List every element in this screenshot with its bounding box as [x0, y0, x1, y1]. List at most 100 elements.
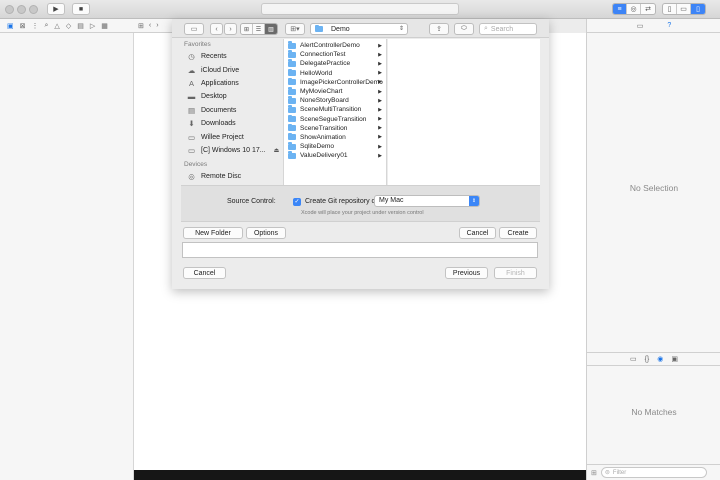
file-inspector-icon[interactable]: ▭ [637, 22, 644, 30]
list-item[interactable]: NoneStoryBoard ▶ [284, 96, 386, 105]
folder-icon [288, 96, 296, 104]
code-snippet-icon[interactable]: {} [645, 356, 650, 363]
quick-help-icon[interactable]: ? [667, 22, 671, 29]
library-filter-bar: ⊞ ⊜ Filter [587, 464, 720, 480]
file-template-icon[interactable]: ▭ [630, 355, 637, 363]
run-button[interactable]: ▶ [47, 3, 65, 15]
cancel-inner-button[interactable]: Cancel [459, 227, 496, 239]
apps-icon: A [188, 78, 194, 88]
list-item[interactable]: MyMovieChart ▶ [284, 87, 386, 96]
version-editor-icon[interactable]: ⇄ [641, 4, 655, 14]
view-toggle-segment[interactable]: ▯ ▭ ▯ [662, 3, 706, 15]
list-item[interactable]: AlertControllerDemo ▶ [284, 41, 386, 50]
create-git-checkbox[interactable]: ✓ [293, 198, 301, 206]
debug-toggle-icon[interactable]: ▭ [677, 4, 691, 14]
close-window-button[interactable] [5, 5, 14, 14]
sidebar-item-documents[interactable]: ▤ Documents [181, 104, 283, 117]
sidebar-item-willee-project[interactable]: ▭ Willee Project [181, 130, 283, 143]
git-target-popup[interactable]: My Mac ⇕ [374, 195, 480, 207]
options-button[interactable]: Options [246, 227, 286, 239]
icon-view-icon[interactable]: ⊞ [241, 24, 253, 34]
folder-icon [288, 50, 296, 58]
folder-icon: ▭ [187, 132, 196, 142]
list-item[interactable]: SceneTransition ▶ [284, 123, 386, 133]
back-button[interactable]: ‹ [210, 23, 223, 35]
chevron-left-icon: ‹ [215, 25, 218, 33]
chevron-right-icon: ▶ [378, 70, 382, 77]
tags-button[interactable]: ⬭ [454, 23, 474, 35]
zoom-window-button[interactable] [29, 5, 38, 14]
object-library-icon[interactable]: ◉ [657, 355, 663, 363]
forward-icon[interactable]: › [156, 22, 158, 29]
list-item[interactable]: HelloWorld ▶ [284, 68, 386, 78]
finish-button[interactable]: Finish [494, 267, 537, 279]
share-icon: ⇪ [436, 26, 442, 33]
list-item[interactable]: ConnectionTest ▶ [284, 50, 386, 59]
list-item[interactable]: ValueDelivery01 ▶ [284, 151, 386, 160]
share-button[interactable]: ⇪ [429, 23, 449, 35]
eject-icon[interactable]: ⏏ [274, 147, 280, 154]
chevron-right-icon: › [229, 25, 232, 33]
back-icon[interactable]: ‹ [149, 22, 151, 29]
folder-icon [288, 87, 296, 95]
list-item[interactable]: ShowAnimation ▶ [284, 132, 386, 142]
sidebar-item-applications[interactable]: A Applications [181, 77, 283, 90]
updown-icon: ⇕ [398, 26, 404, 32]
sidebar-item-windows-drive[interactable]: ▭ [C] Windows 10 17... ⏏ [181, 144, 283, 157]
search-input[interactable]: ⌕ Search [479, 23, 537, 35]
assistant-editor-icon[interactable]: ◎ [627, 4, 641, 14]
list-item[interactable]: SceneSegueTransition ▶ [284, 114, 386, 124]
favorites-title: Favorites [184, 41, 211, 48]
column-view-icon[interactable]: ▥ [265, 24, 277, 34]
navigator-toggle-icon[interactable]: ▯ [663, 4, 677, 14]
media-library-icon[interactable]: ▣ [671, 355, 678, 363]
minimize-window-button[interactable] [17, 5, 26, 14]
chevron-right-icon: ▶ [378, 134, 382, 141]
debug-icon[interactable]: ▤ [77, 22, 84, 30]
source-control-icon[interactable]: ⊠ [20, 22, 26, 30]
sidebar-item-downloads[interactable]: ⬇ Downloads [181, 117, 283, 130]
utilities-toggle-icon[interactable]: ▯ [691, 4, 705, 14]
disc-icon: ◎ [188, 172, 195, 182]
sidebar-item-icloud-drive[interactable]: ☁ iCloud Drive [181, 63, 283, 76]
checkmark-icon: ✓ [294, 199, 300, 205]
git-target-value: My Mac [379, 197, 404, 204]
stop-button[interactable]: ■ [72, 3, 90, 15]
new-folder-button[interactable]: New Folder [183, 227, 243, 239]
sidebar-item-recents[interactable]: ◷ Recents [181, 50, 283, 63]
list-item[interactable]: SceneMultiTransition ▶ [284, 105, 386, 114]
sidebar-toggle-button[interactable]: ▭ [184, 23, 204, 35]
list-item[interactable]: ImagePickerControllerDemo ▶ [284, 77, 386, 87]
report-icon[interactable]: ▦ [101, 22, 108, 30]
previous-button[interactable]: Previous [445, 267, 488, 279]
filter-input[interactable]: ⊜ Filter [600, 467, 707, 478]
test-icon[interactable]: ◇ [66, 22, 71, 30]
chevron-right-icon: ▶ [378, 88, 382, 95]
grid-view-icon[interactable]: ⊞ [591, 469, 597, 477]
standard-editor-icon[interactable]: ≡ [613, 4, 627, 14]
list-view-icon[interactable]: ☰ [253, 24, 265, 34]
finder-sidebar: Favorites ◷ Recents ☁ iCloud Drive A Applic… [181, 39, 283, 185]
find-icon[interactable]: ⌕ [45, 22, 49, 30]
sidebar-item-remote-disc[interactable]: ◎ Remote Disc [181, 170, 283, 183]
forward-button[interactable]: › [224, 23, 237, 35]
symbol-icon[interactable]: ⋮ [32, 22, 39, 30]
path-popup[interactable]: Demo ⇕ [310, 23, 408, 35]
related-items-icon[interactable]: ⊞ [138, 22, 144, 30]
document-icon: ▤ [187, 105, 196, 115]
chevron-right-icon: ▶ [378, 51, 382, 58]
sidebar-item-desktop[interactable]: ▬ Desktop [181, 90, 283, 103]
cancel-button[interactable]: Cancel [183, 267, 226, 279]
name-field[interactable] [182, 242, 538, 258]
arrange-button[interactable]: ⊞▾ [285, 23, 305, 35]
editor-mode-segment[interactable]: ≡ ◎ ⇄ [612, 3, 656, 15]
folder-icon[interactable]: ▣ [7, 22, 14, 30]
create-button[interactable]: Create [499, 227, 537, 239]
search-icon: ⌕ [484, 25, 488, 32]
path-popup-label: Demo [331, 25, 350, 33]
issue-icon[interactable]: △ [54, 22, 59, 30]
list-item[interactable]: SqliteDemo ▶ [284, 142, 386, 151]
view-mode-segment[interactable]: ⊞ ☰ ▥ [240, 23, 278, 35]
list-item[interactable]: DelegatePractice ▶ [284, 59, 386, 68]
breakpoint-icon[interactable]: ▷ [90, 22, 95, 30]
